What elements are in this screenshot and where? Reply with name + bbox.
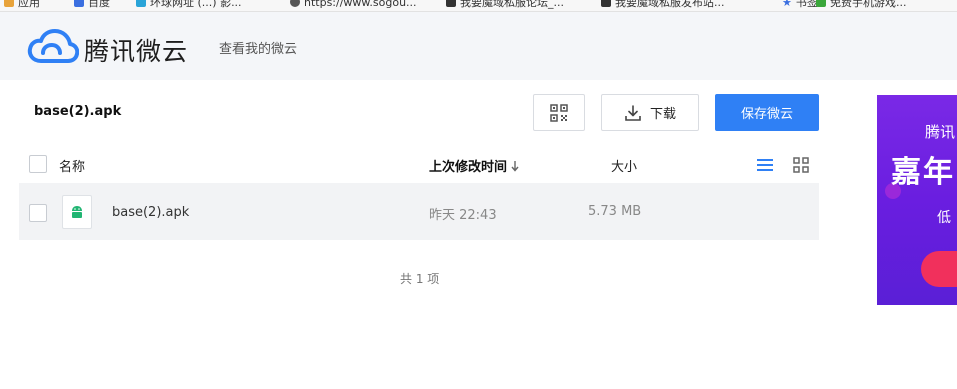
ad-line-1: 腾讯 [925, 123, 956, 141]
brand-title[interactable]: 腾讯微云 [84, 32, 188, 68]
qrcode-button[interactable] [533, 94, 585, 131]
ad-cta-button[interactable] [921, 251, 957, 287]
sogou-icon [290, 0, 300, 7]
bookmark-bookmarks[interactable]: ★ 书签 [782, 0, 818, 10]
bookmark-label: 免费手机游戏... [830, 0, 907, 9]
download-icon [625, 104, 641, 121]
table-header: 名称 上次修改时间 大小 [19, 150, 819, 180]
bookmark-game[interactable]: 免费手机游戏... [816, 0, 907, 10]
bookmarks-bar: 应用 百度 环球网址 (...) 影... https://www.sogou.… [0, 0, 957, 12]
save-to-weiyun-button[interactable]: 保存微云 [715, 94, 819, 131]
select-all-checkbox[interactable] [29, 155, 47, 173]
row-checkbox[interactable] [29, 204, 47, 222]
bookmark-forum-1[interactable]: 我要魔域私服论坛_... [446, 0, 564, 10]
bookmark-forum-2[interactable]: 我要魔域私服发布站... [601, 0, 725, 10]
star-icon: ★ [782, 0, 792, 9]
column-size-header[interactable]: 大小 [611, 156, 637, 175]
baidu-icon [74, 0, 84, 7]
site-header: 腾讯微云 查看我的微云 [0, 12, 957, 80]
globe-icon [136, 0, 146, 7]
table-row[interactable]: base(2).apk 昨天 22:43 5.73 MB [19, 183, 819, 240]
android-apk-icon [72, 206, 82, 218]
bookmark-label: https://www.sogou... [304, 0, 417, 9]
file-name[interactable]: base(2).apk [112, 205, 189, 220]
grid-view-icon [793, 157, 809, 173]
list-view-icon [757, 159, 773, 171]
share-file-title: base(2).apk [34, 104, 122, 119]
download-label: 下载 [649, 107, 676, 122]
bookmark-sogou[interactable]: https://www.sogou... [290, 0, 417, 10]
view-my-weiyun-link[interactable]: 查看我的微云 [219, 38, 297, 57]
bookmark-apps[interactable]: 应用 [4, 0, 40, 10]
bookmark-globe[interactable]: 环球网址 (...) 影... [136, 0, 242, 10]
download-button[interactable]: 下载 [601, 94, 699, 131]
file-mtime: 昨天 22:43 [429, 208, 497, 223]
apps-icon [4, 0, 14, 7]
grid-view-button[interactable] [793, 157, 809, 177]
bookmark-label: 书签 [795, 0, 818, 9]
forum-icon [446, 0, 456, 7]
bookmark-label: 应用 [18, 0, 40, 9]
cloud-logo-icon [27, 29, 79, 63]
file-icon [62, 195, 92, 229]
sort-down-icon [511, 160, 519, 172]
ad-banner[interactable]: 腾讯 嘉年 低 [877, 95, 957, 305]
bookmark-label: 我要魔域私服论坛_... [460, 0, 564, 9]
forum-icon [601, 0, 611, 7]
ad-line-3: 低 [937, 210, 951, 226]
bookmark-label: 我要魔域私服发布站... [615, 0, 725, 9]
ad-line-2: 嘉年 [891, 155, 955, 190]
qrcode-icon [550, 103, 568, 122]
column-mtime-header[interactable]: 上次修改时间 [429, 156, 520, 175]
bookmark-baidu[interactable]: 百度 [74, 0, 110, 10]
column-mtime-label: 上次修改时间 [429, 160, 508, 175]
column-name-header[interactable]: 名称 [59, 156, 85, 175]
game-icon [816, 0, 826, 7]
file-size: 5.73 MB [588, 204, 642, 219]
total-count: 共 1 项 [400, 272, 440, 286]
bookmark-label: 百度 [88, 0, 110, 9]
weiyun-logo[interactable] [27, 29, 79, 65]
list-view-button[interactable] [757, 157, 773, 176]
bookmark-label: 环球网址 (...) 影... [150, 0, 242, 9]
